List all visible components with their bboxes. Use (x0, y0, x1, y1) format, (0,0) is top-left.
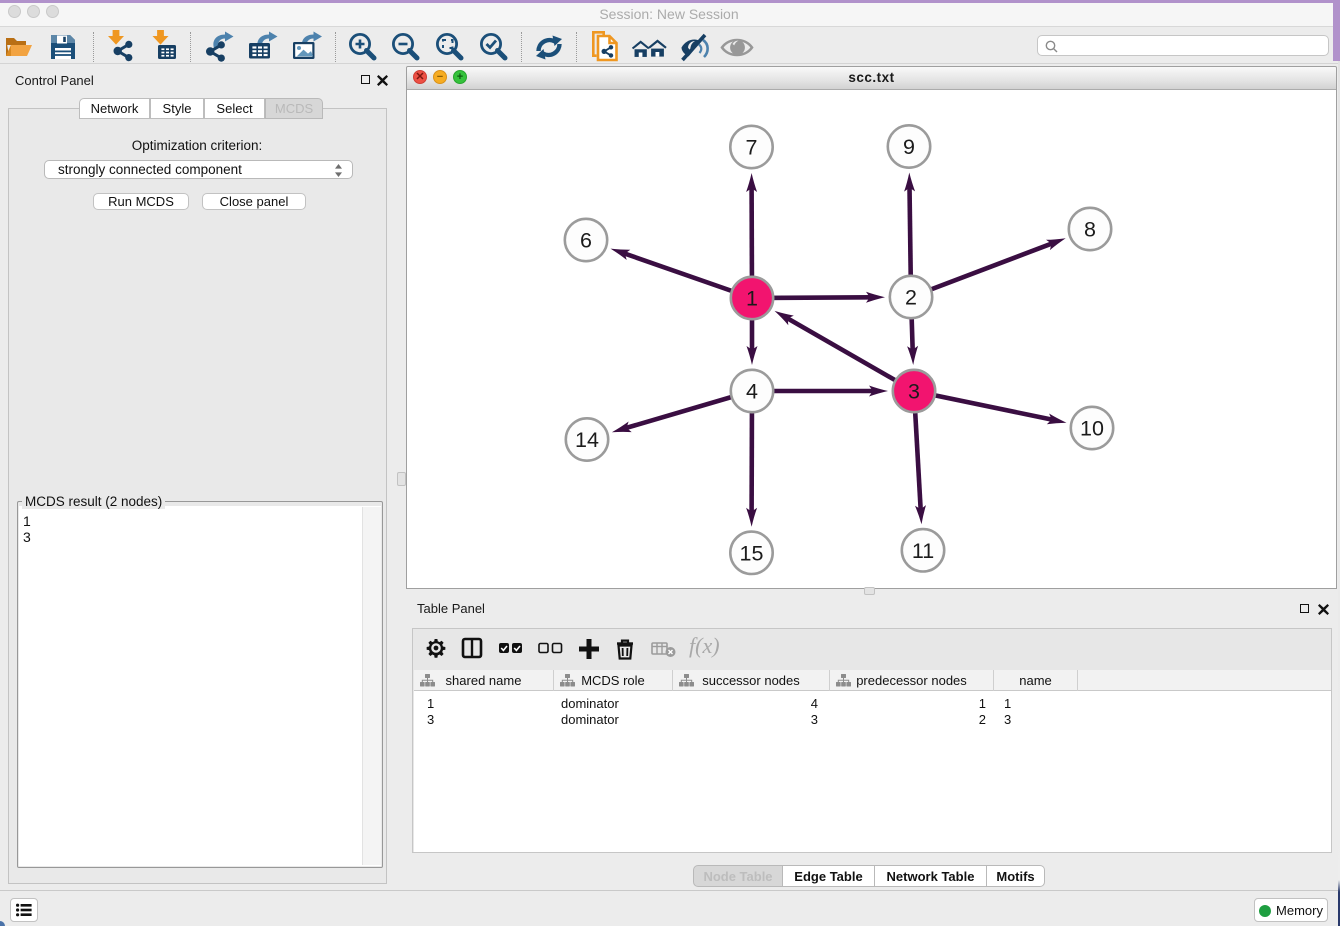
svg-text:6: 6 (580, 229, 592, 253)
svg-text:14: 14 (575, 428, 599, 452)
svg-text:15: 15 (740, 541, 764, 565)
svg-text:3: 3 (908, 380, 920, 404)
svg-text:9: 9 (903, 135, 915, 159)
svg-text:4: 4 (746, 380, 758, 404)
svg-text:11: 11 (912, 539, 934, 563)
svg-text:8: 8 (1084, 218, 1096, 242)
svg-text:1: 1 (746, 287, 758, 311)
svg-text:7: 7 (746, 136, 758, 160)
svg-text:2: 2 (905, 286, 917, 310)
svg-text:10: 10 (1080, 417, 1104, 441)
